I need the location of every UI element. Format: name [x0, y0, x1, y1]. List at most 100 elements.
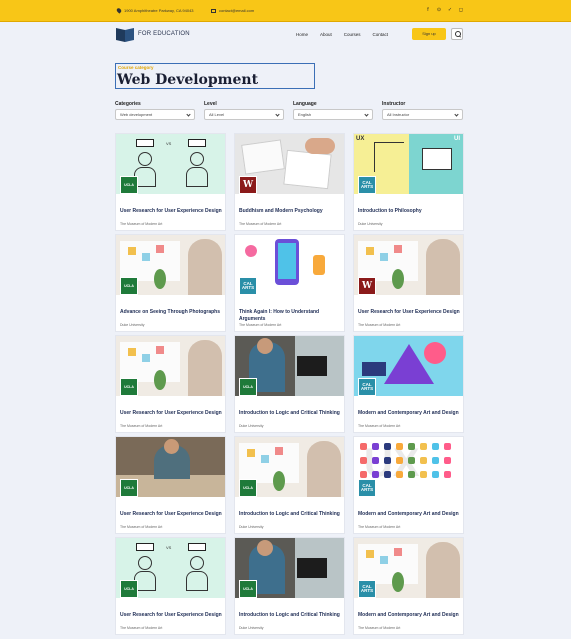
- filter-label: Language: [293, 101, 317, 107]
- instructor-select[interactable]: All Instructor: [382, 109, 463, 120]
- course-card[interactable]: W User Research for User Experience Desig…: [353, 234, 464, 332]
- thumbnail-shape: [366, 550, 374, 558]
- course-card[interactable]: UCLA Introduction to Logic and Critical T…: [234, 335, 345, 433]
- course-card[interactable]: UCLA Advance on Seeing Through Photograph…: [115, 234, 226, 332]
- course-card[interactable]: CAL ARTS Modern and Contemporary Art and …: [353, 335, 464, 433]
- course-card[interactable]: UX CAL ARTS Modern and Contemporary Art an…: [353, 436, 464, 534]
- nav-home[interactable]: Home: [296, 32, 308, 37]
- course-title[interactable]: Modern and Contemporary Art and Design: [358, 511, 462, 518]
- thumbnail-shape: [307, 441, 341, 497]
- course-title[interactable]: Introduction to Logic and Critical Think…: [239, 511, 343, 518]
- level-select[interactable]: All Level: [204, 109, 284, 120]
- pinterest-icon[interactable]: ⊙: [436, 7, 442, 13]
- book-logo-icon: [116, 27, 134, 41]
- thumbnail-shape: [372, 471, 379, 478]
- filter-label: Categories: [115, 101, 141, 107]
- thumbnail-shape: [396, 457, 403, 464]
- thumbnail-shape: [420, 471, 427, 478]
- thumbnail-shape: VS: [166, 141, 172, 146]
- thumbnail-shape: [138, 152, 152, 166]
- search-icon[interactable]: [451, 28, 463, 40]
- course-title[interactable]: Think Again I: How to Understand Argumen…: [239, 309, 343, 322]
- thumbnail-shape: [257, 338, 273, 354]
- filter-categories: Categories Web development: [115, 101, 195, 120]
- twitter-icon[interactable]: ✓: [447, 7, 453, 13]
- envelope-icon: [211, 8, 216, 13]
- course-title[interactable]: User Research for User Experience Design: [120, 208, 224, 215]
- thumbnail-shape: [360, 457, 367, 464]
- course-thumbnail[interactable]: W: [354, 235, 463, 295]
- course-thumbnail[interactable]: W: [235, 134, 344, 194]
- thumbnail-shape: [128, 247, 136, 255]
- thumbnail-shape: [384, 443, 391, 450]
- institution-logo: UCLA: [120, 479, 138, 497]
- thumbnail-shape: [190, 556, 204, 570]
- course-title[interactable]: User Research for User Experience Design: [358, 309, 462, 316]
- course-card[interactable]: VS UCLA User Research for User Experience …: [115, 133, 226, 231]
- institution-logo: CAL ARTS: [239, 277, 257, 295]
- facebook-icon[interactable]: f: [425, 7, 431, 13]
- course-title[interactable]: Introduction to Philosophy: [358, 208, 462, 215]
- course-thumbnail[interactable]: CAL ARTS: [354, 336, 463, 396]
- language-select[interactable]: English: [293, 109, 373, 120]
- signup-button[interactable]: Sign up: [412, 28, 446, 40]
- course-thumbnail[interactable]: UCLA: [235, 538, 344, 598]
- nav-contact[interactable]: Contact: [373, 32, 389, 37]
- course-title[interactable]: User Research for User Experience Design: [120, 410, 224, 417]
- course-thumbnail[interactable]: CAL ARTS: [235, 235, 344, 295]
- institution-logo: W: [358, 277, 376, 295]
- course-title[interactable]: Modern and Contemporary Art and Design: [358, 410, 462, 417]
- thumbnail-shape: [190, 152, 204, 166]
- categories-select[interactable]: Web development: [115, 109, 195, 120]
- thumbnail-shape: [394, 245, 402, 253]
- course-thumbnail[interactable]: CAL ARTS: [354, 538, 463, 598]
- course-card[interactable]: CAL ARTS Think Again I: How to Understand…: [234, 234, 345, 332]
- course-grid: VS UCLA User Research for User Experience …: [115, 133, 464, 635]
- course-card[interactable]: CAL ARTS Modern and Contemporary Art and …: [353, 537, 464, 635]
- course-thumbnail[interactable]: UX CAL ARTS: [354, 437, 463, 497]
- course-card[interactable]: W Buddhism and Modern Psychology The Museu…: [234, 133, 345, 231]
- course-card[interactable]: UX UI CAL ARTS Introduction to Philosophy Du…: [353, 133, 464, 231]
- thumbnail-shape: [156, 245, 164, 253]
- institution-logo: UCLA: [120, 277, 138, 295]
- course-title[interactable]: Introduction to Logic and Critical Think…: [239, 410, 343, 417]
- instagram-icon[interactable]: ◻: [458, 7, 464, 13]
- course-title[interactable]: Advance on Seeing Through Photographs: [120, 309, 224, 316]
- thumbnail-shape: [366, 247, 374, 255]
- nav-about[interactable]: About: [320, 32, 332, 37]
- thumbnail-shape: [154, 269, 166, 289]
- course-title[interactable]: User Research for User Experience Design: [120, 612, 224, 619]
- email-text[interactable]: contact@email.com: [219, 8, 254, 13]
- thumbnail-shape: [444, 471, 451, 478]
- email[interactable]: contact@email.com: [211, 8, 254, 13]
- course-thumbnail[interactable]: UCLA: [116, 235, 225, 295]
- course-thumbnail[interactable]: VS UCLA: [116, 538, 225, 598]
- course-card[interactable]: UCLA User Research for User Experience De…: [115, 436, 226, 534]
- course-card[interactable]: UCLA User Research for User Experience De…: [115, 335, 226, 433]
- nav-courses[interactable]: Courses: [344, 32, 361, 37]
- course-card[interactable]: UCLA Introduction to Logic and Critical T…: [234, 436, 345, 534]
- course-title[interactable]: User Research for User Experience Design: [120, 511, 224, 518]
- course-card[interactable]: UCLA Introduction to Logic and Critical T…: [234, 537, 345, 635]
- thumbnail-shape: [432, 457, 439, 464]
- course-title[interactable]: Modern and Contemporary Art and Design: [358, 612, 462, 619]
- thumbnail-shape: [247, 449, 255, 457]
- thumbnail-shape: [138, 556, 152, 570]
- thumbnail-shape: UX: [356, 136, 365, 142]
- thumbnail-shape: [372, 443, 379, 450]
- course-thumbnail[interactable]: UCLA: [116, 437, 225, 497]
- course-title[interactable]: Buddhism and Modern Psychology: [239, 208, 343, 215]
- course-thumbnail[interactable]: UCLA: [116, 336, 225, 396]
- course-thumbnail[interactable]: UCLA: [235, 437, 344, 497]
- thumbnail-shape: [188, 340, 222, 396]
- course-card[interactable]: VS UCLA User Research for User Experience …: [115, 537, 226, 635]
- institution-logo: CAL ARTS: [358, 378, 376, 396]
- course-thumbnail[interactable]: UX UI CAL ARTS: [354, 134, 463, 194]
- thumbnail-shape: UI: [454, 136, 460, 142]
- course-thumbnail[interactable]: UCLA: [235, 336, 344, 396]
- course-thumbnail[interactable]: VS UCLA: [116, 134, 225, 194]
- thumbnail-shape: [384, 457, 391, 464]
- thumbnail-shape: [188, 139, 206, 147]
- logo[interactable]: FOR EDUCATION: [116, 27, 190, 41]
- course-title[interactable]: Introduction to Logic and Critical Think…: [239, 612, 343, 619]
